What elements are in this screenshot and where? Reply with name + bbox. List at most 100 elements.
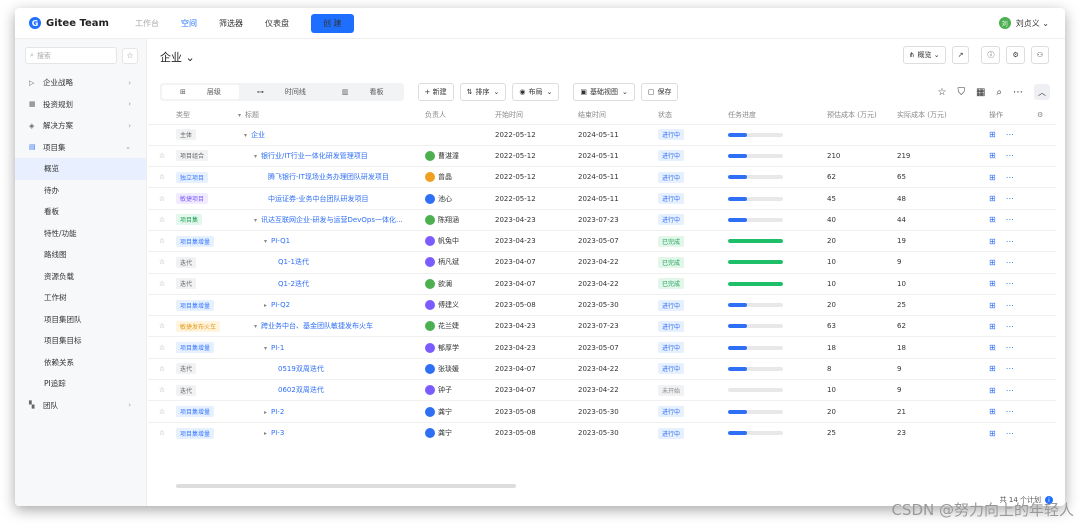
grid-icon[interactable]: ⊞ xyxy=(989,386,996,395)
row-star-icon[interactable]: ☆ xyxy=(148,421,176,444)
row-title[interactable]: PI-1 xyxy=(271,344,284,352)
grid-icon[interactable]: ⊞ xyxy=(989,407,996,416)
table-row[interactable]: ☆ 敏捷发布火车 ▾ 跨业务中台、基金团队敏捷发布火车 花兰婕 2023-04-23 202… xyxy=(148,315,1056,337)
external-link-icon[interactable]: ↗ xyxy=(951,46,970,64)
page-title[interactable]: 企业 ⌄ xyxy=(160,49,195,65)
row-star-icon[interactable] xyxy=(148,123,176,146)
row-title[interactable]: Q1-1迭代 xyxy=(278,258,309,266)
row-title[interactable]: 0519双周迭代 xyxy=(278,365,324,373)
grid-icon[interactable]: ⊞ xyxy=(989,130,996,139)
row-title[interactable]: Q1-2迭代 xyxy=(278,280,309,288)
sidebar-item-investment[interactable]: ▦ 投资规划 › xyxy=(15,94,146,116)
table-row[interactable]: 主体 ▾ 企业 2022-05-12 2024-05-11 进行中 ⊞ ⋯ xyxy=(148,123,1056,146)
tab-hierarchy[interactable]: ⊞ 层级 xyxy=(162,85,239,99)
calendar-icon[interactable]: ▦ xyxy=(976,87,985,98)
row-star-icon[interactable]: ☆ xyxy=(148,187,176,210)
grid-icon[interactable]: ⊞ xyxy=(989,279,996,288)
layout-button[interactable]: ◉ 布局 ⌄ xyxy=(512,83,560,101)
overview-dropdown[interactable]: ⋔ 概览 ⌄ xyxy=(902,46,946,64)
expand-caret-icon[interactable]: ▾ xyxy=(254,323,257,330)
table-row[interactable]: ☆ 独立项目 腾飞银行-IT现场业务办理团队研发项目 曾晶 2022-05-12 2024… xyxy=(148,166,1056,188)
row-title[interactable]: 中运证券-业务中台团队研发项目 xyxy=(268,195,369,203)
new-button[interactable]: + 新建 xyxy=(417,83,454,101)
grid-icon[interactable]: ⊞ xyxy=(989,343,996,352)
grid-icon[interactable]: ⊞ xyxy=(989,215,996,224)
row-star-icon[interactable]: ☆ xyxy=(148,144,176,167)
table-row[interactable]: ☆ 项目集 ▾ 讯达互联网企业-研发与运营DevOps一体化... 陈翔涵 2023-04… xyxy=(148,208,1056,231)
sidebar-item-solution[interactable]: ◈ 解决方案 › xyxy=(15,115,146,137)
expand-caret-icon[interactable]: ▸ xyxy=(264,430,267,437)
nav-filters[interactable]: 筛选器 xyxy=(219,18,243,29)
grid-icon[interactable]: ⊞ xyxy=(989,258,996,267)
row-star-icon[interactable]: ☆ xyxy=(148,229,176,252)
baseline-view-select[interactable]: ▣ 基础视图 ⌄ xyxy=(573,83,635,101)
expand-caret-icon[interactable]: ▾ xyxy=(254,153,257,160)
collapse-icon[interactable]: ︿ xyxy=(1034,84,1050,100)
sidebar-sub-team[interactable]: 项目集团队 xyxy=(15,309,146,331)
tab-board[interactable]: ▥ 看板 xyxy=(324,85,402,99)
table-row[interactable]: ☆ 敏捷项目 中运证券-业务中台团队研发项目 池心 2022-05-12 2024-05-… xyxy=(148,187,1056,210)
search-icon[interactable]: ⌕ xyxy=(996,87,1002,98)
sidebar-sub-overview[interactable]: 概览 xyxy=(15,158,146,180)
gear-icon[interactable]: ⚙ xyxy=(1006,46,1025,64)
table-row[interactable]: ☆ 迭代 0519双周迭代 张琰媛 2023-04-07 2023-04-22 进行中 8 9 ⊞… xyxy=(148,357,1056,380)
expand-caret-icon[interactable]: ▾ xyxy=(254,217,257,224)
row-title[interactable]: 腾飞银行-IT现场业务办理团队研发项目 xyxy=(268,173,389,181)
user-icon[interactable]: ⚇ xyxy=(1030,46,1049,64)
row-star-icon[interactable]: ☆ xyxy=(148,251,176,274)
sidebar-sub-roadmap[interactable]: 路线图 xyxy=(15,244,146,266)
more-icon[interactable]: ⋯ xyxy=(1006,301,1014,310)
logo[interactable]: G Gitee Team xyxy=(29,17,121,29)
more-icon[interactable]: ⋯ xyxy=(1006,407,1014,416)
grid-icon[interactable]: ⊞ xyxy=(989,429,996,438)
favorite-star-icon[interactable]: ☆ xyxy=(122,47,138,64)
nav-space[interactable]: 空间 xyxy=(181,18,197,29)
star-icon[interactable]: ☆ xyxy=(937,87,946,98)
table-row[interactable]: ☆ 项目集增量 ▸ PI-2 龚宁 2023-05-08 2023-05-30 进行中 20 21… xyxy=(148,400,1056,423)
grid-icon[interactable]: ⊞ xyxy=(989,237,996,246)
more-icon[interactable]: ⋯ xyxy=(1006,237,1014,246)
horizontal-scrollbar[interactable] xyxy=(176,484,516,488)
more-icon[interactable]: ⋯ xyxy=(1006,151,1014,160)
row-star-icon[interactable]: ☆ xyxy=(148,400,176,423)
nav-dashboard[interactable]: 仪表盘 xyxy=(265,18,289,29)
grid-icon[interactable]: ⊞ xyxy=(989,194,996,203)
row-star-icon[interactable]: ☆ xyxy=(148,379,176,401)
expand-caret-icon[interactable]: ▸ xyxy=(264,409,267,416)
more-icon[interactable]: ⋯ xyxy=(1006,173,1014,182)
sidebar-sub-pi-tracking[interactable]: PI追踪 xyxy=(15,373,146,395)
more-icon[interactable]: ⋯ xyxy=(1006,215,1014,224)
grid-icon[interactable]: ⊞ xyxy=(989,151,996,160)
more-icon[interactable]: ⋯ xyxy=(1006,386,1014,395)
user-menu[interactable]: 刘 刘贞义 ⌄ xyxy=(998,17,1049,29)
search-input[interactable]: ⌕ 搜索 xyxy=(25,47,117,64)
row-star-icon[interactable]: ☆ xyxy=(148,357,176,380)
sidebar-sub-worktree[interactable]: 工作树 xyxy=(15,287,146,309)
expand-caret-icon[interactable]: ▸ xyxy=(264,302,267,309)
more-icon[interactable]: ⋯ xyxy=(1006,364,1014,373)
row-title[interactable]: 0602双周迭代 xyxy=(278,386,324,394)
table-row[interactable]: ☆ 项目集增量 ▾ PI-1 郁厚学 2023-04-23 2023-05-07 进行中 18 1… xyxy=(148,336,1056,359)
row-title[interactable]: 讯达互联网企业-研发与运营DevOps一体化... xyxy=(261,216,403,224)
row-star-icon[interactable]: ☆ xyxy=(148,208,176,231)
table-row[interactable]: ☆ 项目集增量 ▾ PI-Q1 帆兔中 2023-04-23 2023-05-07 已完成 20… xyxy=(148,229,1056,252)
grid-icon[interactable]: ⊞ xyxy=(989,301,996,310)
table-row[interactable]: ☆ 项目组合 ▾ 银行业/IT行业一体化研发管理项目 曹湛潼 2022-05-12 2024… xyxy=(148,144,1056,167)
sidebar-sub-board[interactable]: 看板 xyxy=(15,201,146,223)
row-title[interactable]: 银行业/IT行业一体化研发管理项目 xyxy=(261,152,368,160)
grid-icon[interactable]: ⊞ xyxy=(989,173,996,182)
row-title[interactable]: PI-Q2 xyxy=(271,301,290,309)
row-title[interactable]: PI-2 xyxy=(271,408,284,416)
sidebar-sub-backlog[interactable]: 待办 xyxy=(15,180,146,202)
sidebar-item-strategy[interactable]: ▷ 企业战略 › xyxy=(15,72,146,94)
nav-workbench[interactable]: 工作台 xyxy=(135,18,159,29)
more-icon[interactable]: ⋯ xyxy=(1006,194,1014,203)
sidebar-sub-dependency[interactable]: 依赖关系 xyxy=(15,352,146,374)
settings-icon[interactable]: ⚙ xyxy=(1037,107,1056,124)
more-icon[interactable]: ⋯ xyxy=(1006,343,1014,352)
tab-timeline[interactable]: ⊶ 时间线 xyxy=(239,85,324,99)
row-title[interactable]: PI-Q1 xyxy=(271,237,290,245)
expand-caret-icon[interactable]: ▾ xyxy=(264,238,267,245)
more-icon[interactable]: ⋯ xyxy=(1006,258,1014,267)
sort-button[interactable]: ⇅ 排序 ⌄ xyxy=(459,83,507,101)
